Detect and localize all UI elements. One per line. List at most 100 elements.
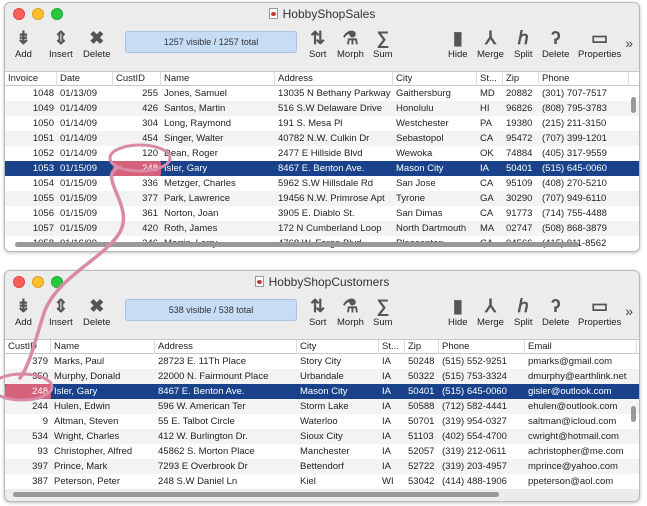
minimize-button[interactable] — [32, 276, 44, 288]
column-header-cell[interactable]: Name — [51, 340, 155, 354]
table-row[interactable]: 244 Hulen, Edwin 596 W. American Ter Storm … — [5, 399, 639, 414]
table-cell: ehulen@outlook.com — [528, 401, 618, 412]
split-button[interactable]: ℎ Split — [514, 27, 532, 61]
selected-table-row[interactable]: 1053 01/15/09 248 Isler, Gary 8467 E. Benton… — [5, 161, 639, 176]
table-cell: 50248 — [408, 356, 435, 367]
properties-button[interactable]: ▭ Properties — [578, 295, 621, 329]
table-cell: 1048 — [32, 88, 54, 99]
title-bar[interactable]: HobbyShopCustomers — [5, 271, 639, 293]
sales-window: HobbyShopSales ⇟ Add ⇕ Insert ✖ Delete 1257… — [4, 2, 640, 252]
table-cell: Prince, Mark — [54, 461, 108, 472]
table-cell: 1053 — [32, 163, 54, 174]
morph-button[interactable]: ⚗ Morph — [337, 27, 364, 61]
column-header-cell[interactable]: CustID — [5, 340, 51, 354]
table-cell: CA — [480, 208, 494, 219]
table-cell: 454 — [142, 133, 158, 144]
column-header-cell[interactable]: City — [297, 340, 379, 354]
vertical-scrollbar[interactable] — [631, 406, 636, 422]
table-cell: 74884 — [506, 148, 533, 159]
table-cell: Marks, Paul — [54, 356, 105, 367]
close-button[interactable] — [13, 276, 25, 288]
table-row[interactable]: 1055 01/15/09 377 Park, Lawrence 19456 N.W. … — [5, 191, 639, 206]
table-row[interactable]: 397 Prince, Mark 7293 E Overbrook Dr Betten… — [5, 459, 639, 474]
column-header-cell[interactable]: Invoice — [5, 72, 57, 86]
vertical-scrollbar[interactable] — [631, 97, 636, 113]
table-row[interactable]: 379 Marks, Paul 28723 E. 11Th Place Story C… — [5, 354, 639, 369]
table-cell: 8467 E. Benton Ave. — [158, 386, 245, 397]
delete-column-button[interactable]: ʔ Delete — [542, 27, 569, 61]
selected-table-row[interactable]: 248 Isler, Gary 8467 E. Benton Ave. Mason C… — [5, 384, 639, 399]
column-header-cell[interactable]: City — [393, 72, 477, 86]
table-cell: 52057 — [408, 446, 435, 457]
table-row[interactable]: 350 Murphy, Donald 22000 N. Fairmount Plac… — [5, 369, 639, 384]
column-header-cell[interactable]: St... — [477, 72, 503, 86]
table-cell: IA — [382, 431, 391, 442]
zoom-button[interactable] — [51, 8, 63, 20]
merge-button[interactable]: ⅄ Merge — [477, 27, 504, 61]
toolbar-overflow-icon[interactable]: » — [625, 35, 633, 51]
column-header-cell[interactable]: St... — [379, 340, 405, 354]
minimize-button[interactable] — [32, 8, 44, 20]
column-header-cell[interactable]: Zip — [503, 72, 539, 86]
sum-button[interactable]: ∑ Sum — [373, 295, 393, 329]
insert-button[interactable]: ⇕ Insert — [49, 27, 73, 61]
table-row[interactable]: 534 Wright, Charles 412 W. Burlington Dr. S… — [5, 429, 639, 444]
insert-button[interactable]: ⇕ Insert — [49, 295, 73, 329]
table-cell: 3905 E. Diablo St. — [278, 208, 355, 219]
sort-button[interactable]: ⇅ Sort — [309, 295, 326, 329]
column-header-cell[interactable]: Date — [57, 72, 113, 86]
delete-record-button[interactable]: ✖ Delete — [83, 27, 110, 61]
column-header-cell[interactable]: Email — [525, 340, 637, 354]
table-cell: (405) 317-9559 — [542, 148, 607, 159]
record-count-status: 1257 visible / 1257 total — [125, 31, 297, 53]
close-button[interactable] — [13, 8, 25, 20]
properties-button[interactable]: ▭ Properties — [578, 27, 621, 61]
table-row[interactable]: 387 Peterson, Peter 248 S.W Daniel Ln Kiel W… — [5, 474, 639, 489]
delete-record-button[interactable]: ✖ Delete — [83, 295, 110, 329]
horizontal-scrollbar[interactable] — [13, 492, 499, 497]
column-header-cell[interactable]: Zip — [405, 340, 439, 354]
table-row[interactable]: 1051 01/14/09 454 Singer, Walter 40782 N.W. … — [5, 131, 639, 146]
table-row[interactable]: 1050 01/14/09 304 Long, Raymond 191 S. Mesa … — [5, 116, 639, 131]
sort-button[interactable]: ⇅ Sort — [309, 27, 326, 61]
sum-button[interactable]: ∑ Sum — [373, 27, 393, 61]
hide-button[interactable]: ▮ Hide — [448, 295, 468, 329]
add-button[interactable]: ⇟ Add — [15, 295, 32, 329]
split-button[interactable]: ℎ Split — [514, 295, 532, 329]
merge-button[interactable]: ⅄ Merge — [477, 295, 504, 329]
zoom-button[interactable] — [51, 276, 63, 288]
column-header-cell[interactable]: Name — [161, 72, 275, 86]
table-row[interactable]: 1057 01/15/09 420 Roth, James 172 N Cumberla… — [5, 221, 639, 236]
table-cell: Storm Lake — [300, 401, 349, 412]
toolbar-overflow-icon[interactable]: » — [625, 303, 633, 319]
table-cell: 22000 N. Fairmount Place — [158, 371, 269, 382]
table-cell: 379 — [32, 356, 48, 367]
delete-column-button[interactable]: ʔ Delete — [542, 295, 569, 329]
hide-button[interactable]: ▮ Hide — [448, 27, 468, 61]
table-cell: (707) 949-6110 — [542, 193, 607, 204]
column-header-cell[interactable]: Address — [155, 340, 297, 354]
table-row[interactable]: 93 Christopher, Alfred 45862 S. Morton Pla… — [5, 444, 639, 459]
column-header-cell[interactable]: Address — [275, 72, 393, 86]
table-cell: IA — [382, 386, 391, 397]
table-row[interactable]: 1056 01/15/09 361 Norton, Joan 3905 E. Diabl… — [5, 206, 639, 221]
table-row[interactable]: 9 Altman, Steven 55 E. Talbot Circle Waterl… — [5, 414, 639, 429]
horizontal-scrollbar[interactable] — [15, 242, 579, 247]
column-header-cell[interactable]: Phone — [539, 72, 629, 86]
column-header-cell[interactable]: Phone — [439, 340, 525, 354]
table-cell: San Jose — [396, 178, 436, 189]
table-cell: 13035 N Bethany Parkway — [278, 88, 391, 99]
table-row[interactable]: 1052 01/14/09 120 Dean, Roger 2477 E Hillsid… — [5, 146, 639, 161]
add-button[interactable]: ⇟ Add — [15, 27, 32, 61]
table-row[interactable]: 1048 01/13/09 255 Jones, Samuel 13035 N Beth… — [5, 86, 639, 101]
morph-button[interactable]: ⚗ Morph — [337, 295, 364, 329]
title-bar[interactable]: HobbyShopSales — [5, 3, 639, 25]
table-cell: Christopher, Alfred — [54, 446, 133, 457]
table-row[interactable]: 1054 01/15/09 336 Metzger, Charles 5962 S.W … — [5, 176, 639, 191]
table-row[interactable]: 1049 01/14/09 426 Santos, Martin 516 S.W Del… — [5, 101, 639, 116]
column-header-cell[interactable]: CustID — [113, 72, 161, 86]
add-record-icon: ⇟ — [15, 296, 31, 316]
table-cell: 96826 — [506, 103, 533, 114]
bookmark-icon: ▮ — [452, 28, 463, 48]
table-cell: 01/14/09 — [60, 118, 97, 129]
